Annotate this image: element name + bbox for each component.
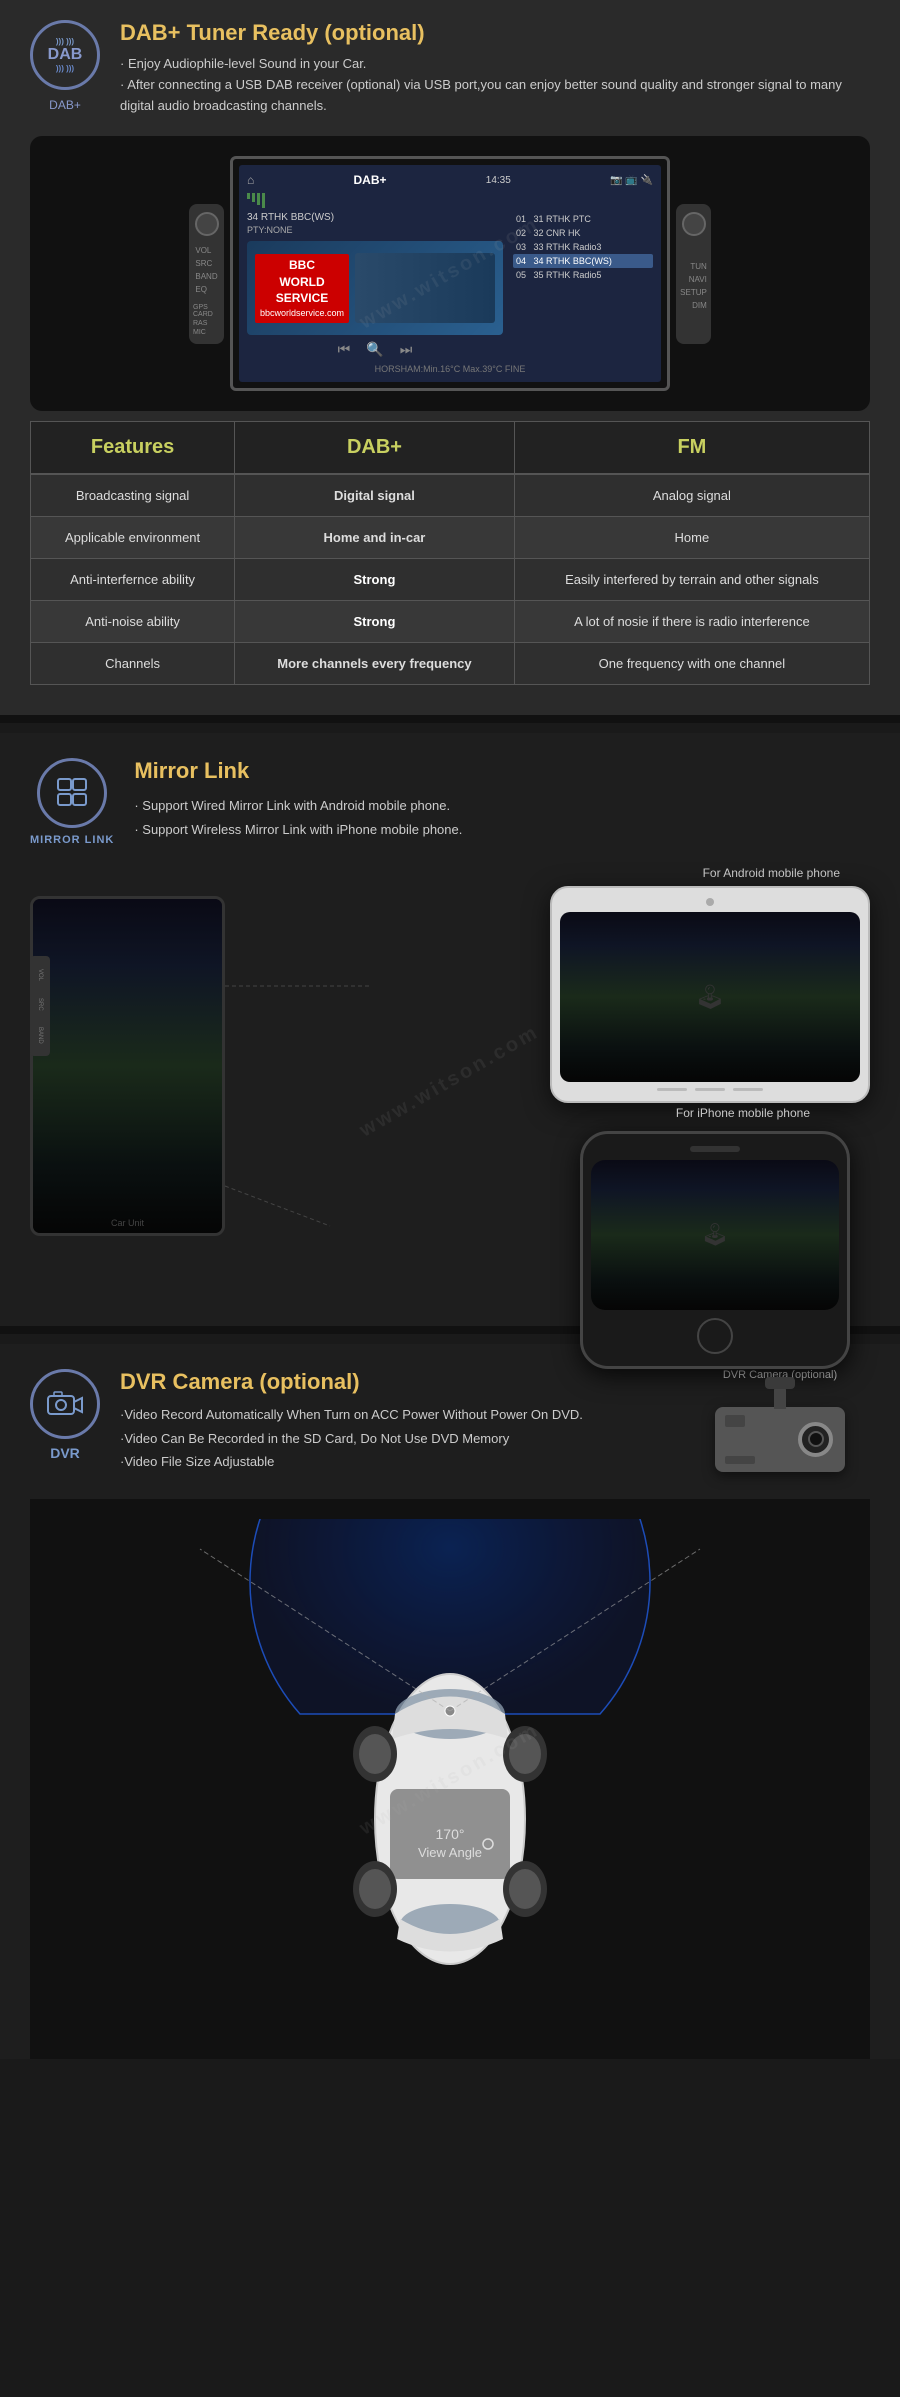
iphone: 🕹 [580, 1131, 850, 1369]
row5-dab: More channels every frequency [235, 643, 515, 685]
row4-dab: Strong [235, 601, 515, 643]
mirror-svg [54, 775, 90, 811]
dvr-icon-wrap: DVR [30, 1369, 100, 1461]
comparison-table-wrap: Features DAB+ FM Broadcasting signal Dig… [30, 421, 870, 685]
camera-svg [46, 1388, 84, 1420]
car-top-svg: 170° View Angle [100, 1519, 800, 2039]
table-row: Anti-noise ability Strong A lot of nosie… [31, 601, 870, 643]
dab-title: DAB+ Tuner Ready (optional) [120, 20, 870, 46]
svg-text:View Angle: View Angle [418, 1845, 482, 1860]
table-row: Applicable environment Home and in-car H… [31, 517, 870, 559]
mirror-section: MIRROR LINK Mirror Link · Support Wired … [0, 733, 900, 1326]
row3-dab: Strong [235, 559, 515, 601]
row1-feature: Broadcasting signal [31, 474, 235, 517]
mirror-info: Mirror Link · Support Wired Mirror Link … [134, 758, 462, 841]
dvr-icon [30, 1369, 100, 1439]
prev-button[interactable]: ⏮ [338, 341, 351, 358]
mirror-desc2: · Support Wireless Mirror Link with iPho… [134, 818, 462, 841]
mirror-icon-wrap: MIRROR LINK [30, 758, 114, 846]
row3-feature: Anti-interfernce ability [31, 559, 235, 601]
row2-fm: Home [514, 517, 869, 559]
mirror-link-icon [37, 758, 107, 828]
dab-section: ))) ))) DAB ))) ))) DAB+ DAB+ Tuner Read… [0, 0, 900, 715]
row4-fm: A lot of nosie if there is radio interfe… [514, 601, 869, 643]
dvr-title: DVR Camera (optional) [120, 1369, 583, 1395]
bbc-line3: SERVICE [260, 290, 344, 307]
mirror-desc1: · Support Wired Mirror Link with Android… [134, 794, 462, 817]
mirror-title: Mirror Link [134, 758, 462, 784]
dab-info: DAB+ Tuner Ready (optional) · Enjoy Audi… [120, 20, 870, 116]
row1-dab: Digital signal [235, 474, 515, 517]
dvr-camera-image-area: DVR Camera (optional) [690, 1369, 870, 1489]
row5-fm: One frequency with one channel [514, 643, 869, 685]
row3-fm: Easily interfered by terrain and other s… [514, 559, 869, 601]
bbc-url: bbcworldservice.com [260, 307, 344, 320]
dvr-desc2: ·Video Can Be Recorded in the SD Card, D… [120, 1427, 583, 1450]
dab-icon-label: DAB+ [49, 98, 81, 112]
screen-title: DAB+ [354, 173, 387, 187]
bbc-line1: BBC [260, 257, 344, 274]
table-row: Anti-interfernce ability Strong Easily i… [31, 559, 870, 601]
iphone-label: For iPhone mobile phone [676, 1106, 810, 1120]
dvr-desc1: ·Video Record Automatically When Turn on… [120, 1403, 583, 1426]
dvr-header: DVR DVR Camera (optional) ·Video Record … [30, 1369, 670, 1473]
header-fm: FM [514, 422, 869, 475]
android-phone: 🕹 [550, 886, 870, 1103]
table-row: Broadcasting signal Digital signal Analo… [31, 474, 870, 517]
dvr-section: DVR DVR Camera (optional) ·Video Record … [0, 1344, 900, 2059]
comparison-table: Features DAB+ FM Broadcasting signal Dig… [30, 421, 870, 685]
dab-desc2: · After connecting a USB DAB receiver (o… [120, 75, 870, 117]
mirror-icon-label: MIRROR LINK [30, 834, 114, 846]
screen-time: 14:35 [486, 175, 511, 186]
android-phone-label: For Android mobile phone [703, 866, 840, 880]
header-dab: DAB+ [235, 422, 515, 475]
section-divider-1 [0, 715, 900, 723]
dvr-desc3: ·Video File Size Adjustable [120, 1450, 583, 1473]
search-button[interactable]: 🔍 [366, 341, 383, 358]
mirror-header: MIRROR LINK Mirror Link · Support Wired … [30, 758, 870, 846]
header-features: Features [31, 422, 235, 475]
dvr-info: DVR Camera (optional) ·Video Record Auto… [120, 1369, 583, 1473]
row2-dab: Home and in-car [235, 517, 515, 559]
svg-text:170°: 170° [436, 1826, 465, 1842]
device-status: HORSHAM:Min.16°C Max.39°C FINE [247, 364, 653, 374]
row2-feature: Applicable environment [31, 517, 235, 559]
dab-icon: ))) ))) DAB ))) ))) [30, 20, 100, 90]
car-top-view: www.witson.com [30, 1499, 870, 2059]
row1-fm: Analog signal [514, 474, 869, 517]
dab-device-area: www.witson.com VOL SRC BAND EQ GPS CARD … [30, 136, 870, 411]
device-pty: PTY:NONE [247, 225, 503, 235]
table-row: Channels More channels every frequency O… [31, 643, 870, 685]
dab-desc1: · Enjoy Audiophile-level Sound in your C… [120, 54, 870, 75]
next-button[interactable]: ⏭ [400, 341, 413, 358]
bbc-line2: WORLD [260, 274, 344, 291]
dab-header: ))) ))) DAB ))) ))) DAB+ DAB+ Tuner Read… [30, 20, 870, 116]
row5-feature: Channels [31, 643, 235, 685]
dvr-icon-label: DVR [50, 1445, 80, 1461]
watermark-mirror: www.witson.com [356, 1021, 544, 1143]
device-station: 34 RTHK BBC(WS) [247, 212, 503, 223]
row4-feature: Anti-noise ability [31, 601, 235, 643]
